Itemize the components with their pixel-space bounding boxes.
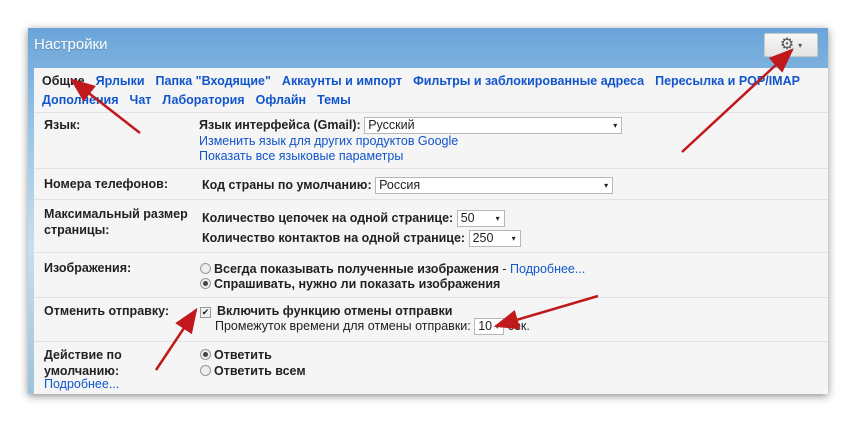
radio-reply[interactable] <box>200 349 211 360</box>
divider <box>34 112 828 113</box>
settings-window: Настройки ⚙ ▾ Общие Ярлыки Папка "Входящие… <box>28 28 828 394</box>
tab-forwarding[interactable]: Пересылка и POP/IMAP <box>655 74 800 88</box>
radio-always[interactable] <box>200 263 211 274</box>
divider <box>34 297 828 298</box>
threads-select[interactable]: 50 ▾ <box>456 210 505 228</box>
country-code-label: Код страны по умолчанию: <box>202 178 372 192</box>
chevron-down-icon: ▾ <box>798 40 803 50</box>
tab-labs[interactable]: Лаборатория <box>162 93 244 107</box>
undo-send-checkbox-row[interactable]: ✔ Включить функцию отмены отправки <box>200 303 452 319</box>
change-language-link[interactable]: Изменить язык для других продуктов Googl… <box>199 133 458 149</box>
phones-label: Номера телефонов: <box>44 177 168 191</box>
undo-send-checkbox[interactable]: ✔ <box>200 307 211 318</box>
tab-chat[interactable]: Чат <box>130 93 152 107</box>
default-reply-more-link[interactable]: Подробнее... <box>44 376 119 392</box>
divider <box>34 341 828 342</box>
language-field-label: Язык интерфейса (Gmail): <box>199 118 361 132</box>
language-select[interactable]: Русский ▾ <box>364 117 623 135</box>
contacts-select[interactable]: 250 ▾ <box>468 230 521 248</box>
contacts-label: Количество контактов на одной странице: <box>202 231 466 245</box>
language-label: Язык: <box>44 118 81 132</box>
language-row: Язык интерфейса (Gmail): Русский ▾ <box>199 117 623 135</box>
page-size-label: Максимальный размер страницы: <box>44 207 188 237</box>
threads-label: Количество цепочек на одной странице: <box>202 211 454 225</box>
tab-themes[interactable]: Темы <box>317 93 351 107</box>
show-language-options-link[interactable]: Показать все языковые параметры <box>199 148 403 164</box>
radio-ask[interactable] <box>200 278 211 289</box>
divider <box>34 252 828 253</box>
undo-period-row: Промежуток времени для отмены отправки: … <box>215 318 530 336</box>
images-option-ask[interactable]: Спрашивать, нужно ли показать изображени… <box>200 276 500 292</box>
tab-accounts[interactable]: Аккаунты и импорт <box>282 74 402 88</box>
reply-all-option[interactable]: Ответить всем <box>200 363 306 379</box>
window-title: Настройки <box>34 36 108 53</box>
phones-row: Код страны по умолчанию: Россия ▾ <box>202 177 614 195</box>
images-option-always[interactable]: Всегда показывать полученные изображения… <box>200 261 585 277</box>
undo-send-label: Отменить отправку: <box>44 304 170 318</box>
undo-period-select[interactable]: 10 ▾ <box>474 318 505 336</box>
threads-row: Количество цепочек на одной странице: 50… <box>202 210 505 228</box>
contacts-row: Количество контактов на одной странице: … <box>202 230 521 248</box>
tab-offline[interactable]: Офлайн <box>256 93 306 107</box>
undo-period-unit: сек. <box>507 319 530 333</box>
divider <box>34 168 828 169</box>
undo-period-label: Промежуток времени для отмены отправки: <box>215 319 471 333</box>
settings-panel: Общие Ярлыки Папка "Входящие" Аккаунты и им… <box>34 68 828 394</box>
radio-reply-all[interactable] <box>200 365 211 376</box>
default-reply-label: Действие по умолчанию: <box>44 348 122 378</box>
images-label: Изображения: <box>44 261 132 275</box>
tab-filters[interactable]: Фильтры и заблокированные адреса <box>413 74 644 88</box>
tab-general[interactable]: Общие <box>42 74 85 88</box>
tab-labels[interactable]: Ярлыки <box>96 74 145 88</box>
country-select[interactable]: Россия ▾ <box>375 177 614 195</box>
settings-gear-button[interactable]: ⚙ ▾ <box>764 33 818 57</box>
settings-tabs: Общие Ярлыки Папка "Входящие" Аккаунты и им… <box>42 72 822 110</box>
gear-icon: ⚙ <box>779 36 795 53</box>
reply-option[interactable]: Ответить <box>200 347 272 363</box>
tab-inbox[interactable]: Папка "Входящие" <box>156 74 271 88</box>
divider <box>34 199 828 200</box>
images-more-link[interactable]: Подробнее... <box>510 262 585 276</box>
tab-addons[interactable]: Дополнения <box>42 93 119 107</box>
